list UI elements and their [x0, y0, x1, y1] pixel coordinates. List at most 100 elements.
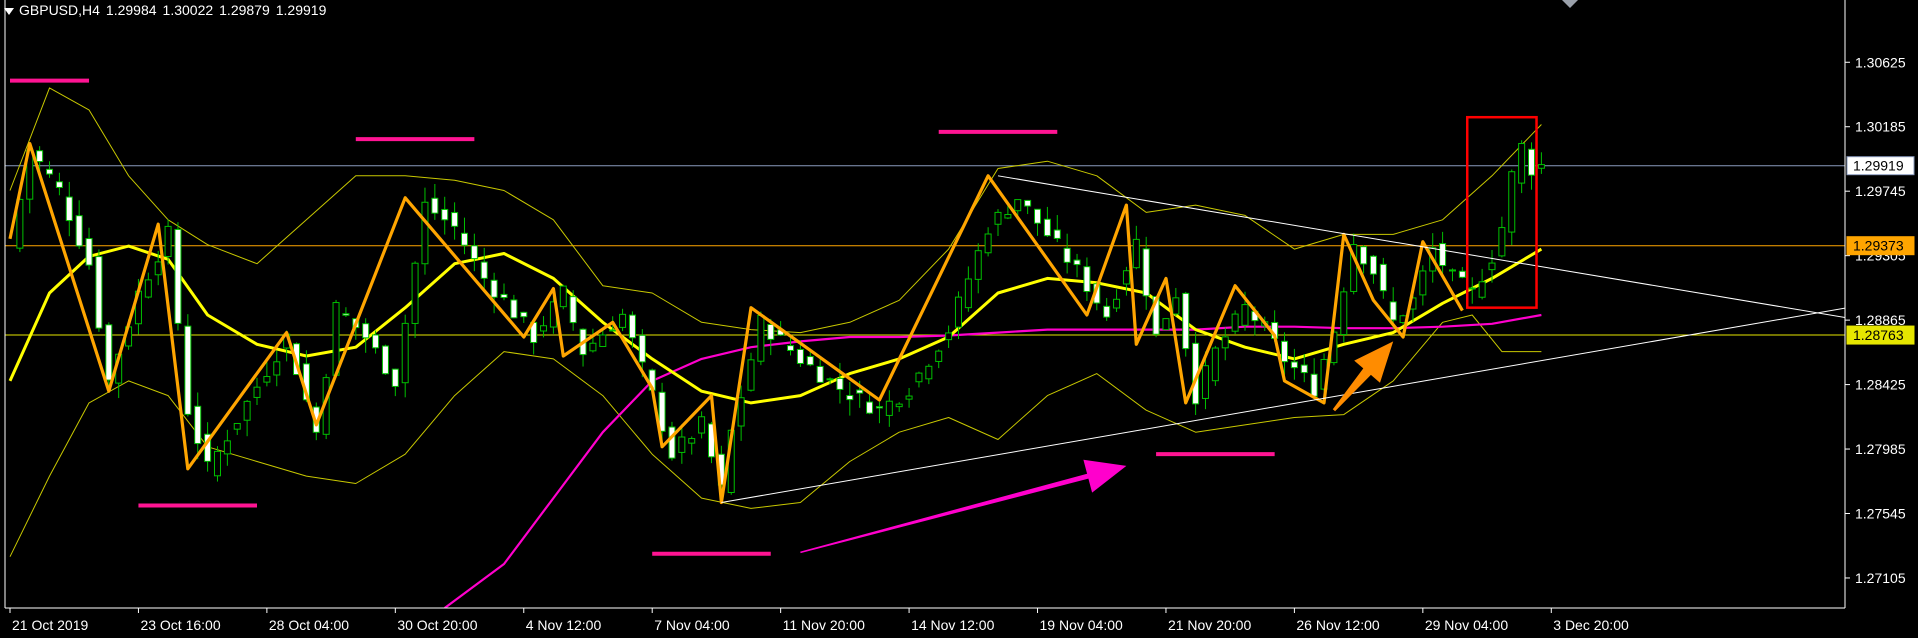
- candle-body: [500, 293, 508, 299]
- candle-body: [1290, 361, 1298, 369]
- candle-body: [372, 334, 380, 349]
- candle-body: [1113, 298, 1121, 309]
- x-tick-label: 23 Oct 16:00: [140, 617, 220, 633]
- candle-body: [866, 401, 874, 414]
- candle-body: [1172, 297, 1180, 315]
- candle-body: [1369, 255, 1377, 275]
- candle-body: [875, 406, 883, 409]
- price-chart[interactable]: 1.306251.301851.297451.293051.288651.284…: [0, 0, 1918, 638]
- candle-body: [974, 250, 982, 280]
- candle-body: [984, 233, 992, 254]
- symbol-label: GBPUSD,H4: [19, 2, 100, 18]
- low-value: 1.29879: [219, 2, 270, 18]
- candle-body: [332, 302, 340, 376]
- y-tick-label: 1.28425: [1855, 377, 1906, 393]
- candle-body: [1458, 270, 1466, 278]
- x-tick-label: 4 Nov 12:00: [526, 617, 602, 633]
- x-tick-label: 11 Nov 20:00: [783, 617, 865, 633]
- candle-body: [1053, 229, 1061, 239]
- candle-body: [935, 350, 943, 362]
- candle-body: [816, 365, 824, 383]
- candle-body: [1310, 373, 1318, 397]
- x-tick-label: 21 Oct 2019: [12, 617, 88, 633]
- candle-body: [609, 329, 617, 332]
- candle-body: [1063, 247, 1071, 263]
- candle-body: [747, 359, 755, 391]
- candle-body: [223, 440, 231, 455]
- candle-body: [273, 361, 281, 376]
- candle-body: [55, 181, 63, 188]
- candle-body: [1360, 246, 1368, 265]
- candle-body: [1300, 364, 1308, 374]
- candle-body: [698, 416, 706, 434]
- candle-body: [441, 208, 449, 221]
- candle-body: [628, 314, 636, 339]
- candle-body: [1468, 287, 1476, 290]
- candle-body: [105, 324, 113, 381]
- candle-body: [767, 323, 775, 340]
- close-value: 1.29919: [275, 2, 327, 18]
- y-tick-label: 1.27985: [1855, 441, 1906, 457]
- candle-body: [520, 311, 528, 318]
- candle-body: [1478, 281, 1486, 298]
- price-label-yellow: 1.28763: [1853, 327, 1904, 343]
- candle-body: [1528, 148, 1536, 176]
- candle-body: [75, 215, 83, 247]
- candle-body: [1231, 313, 1239, 332]
- price-label-orange: 1.29373: [1853, 238, 1904, 254]
- candle-body: [1073, 259, 1081, 266]
- candle-body: [460, 232, 468, 246]
- candle-body: [194, 405, 202, 445]
- x-tick-label: 3 Dec 20:00: [1553, 617, 1629, 633]
- x-tick-label: 14 Nov 12:00: [911, 617, 994, 633]
- candle-body: [668, 426, 676, 459]
- candle-body: [480, 261, 488, 279]
- y-tick-label: 1.29745: [1855, 183, 1906, 199]
- candle-body: [905, 395, 913, 400]
- candle-body: [253, 386, 261, 398]
- candle-body: [1448, 269, 1456, 272]
- chart-header: GBPUSD,H4 1.29984 1.30022 1.29879 1.29919: [4, 2, 332, 18]
- candle-body: [1241, 304, 1249, 326]
- bollinger-lower-line: [9, 314, 1542, 557]
- candle-body: [1162, 318, 1170, 331]
- candle-body: [964, 278, 972, 309]
- collapse-triangle-icon[interactable]: [4, 7, 14, 15]
- candle-body: [164, 225, 172, 258]
- candle-body: [1142, 248, 1150, 297]
- x-tick-label: 21 Nov 20:00: [1168, 617, 1251, 633]
- candle-body: [856, 389, 864, 394]
- y-tick-label: 1.27545: [1855, 506, 1906, 522]
- candle-body: [994, 211, 1002, 225]
- trend-arrow: [800, 459, 1127, 554]
- candle-body: [1488, 262, 1496, 271]
- candle-body: [144, 279, 152, 298]
- candle-body: [540, 325, 548, 332]
- candle-body: [1043, 218, 1051, 237]
- candle-body: [1439, 243, 1447, 267]
- candle-body: [1340, 291, 1348, 336]
- candle-body: [184, 325, 192, 415]
- y-tick-label: 1.27105: [1855, 570, 1906, 586]
- candle-body: [688, 438, 696, 444]
- candle-body: [945, 332, 953, 341]
- candle-body: [36, 150, 44, 163]
- candle-body: [470, 245, 478, 260]
- scroll-marker-icon: [1562, 0, 1578, 8]
- candle-body: [490, 279, 498, 298]
- plot-area: [5, 78, 1845, 608]
- candle-body: [85, 238, 93, 266]
- candle-body: [213, 450, 221, 477]
- candle-body: [1103, 305, 1111, 318]
- candle-body: [1419, 270, 1427, 296]
- candle-body: [1182, 292, 1190, 350]
- candle-body: [1498, 227, 1506, 257]
- candle-body: [1201, 365, 1209, 399]
- candle-body: [174, 228, 182, 324]
- candle-body: [1221, 336, 1229, 349]
- candle-body: [154, 261, 162, 276]
- candle-body: [411, 262, 419, 324]
- candle-body: [510, 299, 518, 319]
- candle-body: [381, 345, 389, 375]
- candle-body: [1508, 171, 1516, 233]
